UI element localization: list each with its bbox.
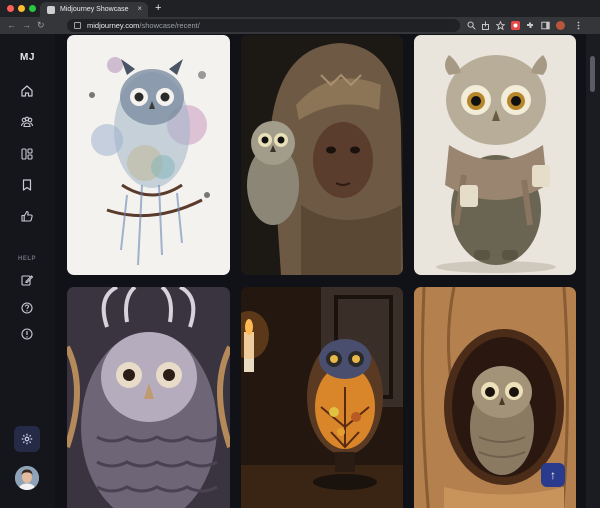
profile-avatar-icon[interactable] (556, 21, 565, 30)
url-domain: midjourney.com (87, 21, 140, 30)
owl-image (414, 35, 576, 275)
gallery-image-hooded-child-with-owl[interactable] (241, 35, 403, 275)
user-avatar[interactable] (15, 466, 39, 490)
url-path: /showcase/recent/ (139, 21, 200, 30)
scrollbar-thumb[interactable] (590, 56, 595, 92)
gallery-image-owl-with-scarf-and-mug[interactable] (414, 35, 576, 275)
question-icon[interactable] (19, 300, 35, 316)
new-tab-button[interactable]: + (155, 2, 161, 14)
address-bar[interactable]: midjourney.com/showcase/recent/ (67, 19, 460, 32)
browser-toolbar: ← → ↻ midjourney.com/showcase/recent/ (0, 17, 600, 34)
lock-icon (74, 22, 81, 29)
page-scrollbar[interactable] (586, 34, 600, 508)
gallery-image-stained-glass-owl-lamp[interactable] (241, 287, 403, 508)
bookmark-star-icon[interactable] (496, 21, 505, 30)
settings-button[interactable] (14, 426, 40, 452)
home-icon[interactable] (19, 83, 35, 99)
lamp-image (241, 287, 403, 508)
app-sidebar: MJ HELP (0, 34, 55, 508)
owl-image (67, 35, 230, 275)
thumbs-up-icon[interactable] (19, 208, 35, 224)
more-menu-icon[interactable] (574, 21, 583, 30)
extensions-puzzle-icon[interactable] (526, 21, 535, 30)
gallery-icon[interactable] (19, 146, 35, 162)
gallery-image-ornate-feathered-owl[interactable] (67, 287, 230, 508)
sidebar-toggle-icon[interactable] (541, 21, 550, 30)
zoom-icon[interactable] (467, 21, 476, 30)
reload-button[interactable]: ↻ (37, 19, 45, 31)
favicon-icon (47, 5, 55, 14)
scroll-to-top-button[interactable]: ↑ (541, 463, 565, 487)
help-section-label: HELP (18, 256, 37, 262)
extension-red-icon[interactable] (511, 21, 520, 30)
share-icon[interactable] (481, 21, 490, 30)
tab-close-icon[interactable]: × (137, 4, 142, 13)
community-icon[interactable] (19, 114, 35, 130)
info-icon[interactable] (19, 326, 35, 342)
tab-title: Midjourney Showcase (60, 6, 129, 13)
maximize-window-button[interactable] (29, 5, 36, 12)
minimize-window-button[interactable] (18, 5, 25, 12)
browser-tab[interactable]: Midjourney Showcase × (40, 2, 148, 17)
window-controls (7, 5, 36, 12)
gear-icon (21, 433, 33, 445)
close-window-button[interactable] (7, 5, 14, 12)
showcase-gallery (55, 34, 586, 508)
portrait-image (241, 35, 403, 275)
edit-icon[interactable] (19, 272, 35, 288)
bookmark-icon[interactable] (19, 177, 35, 193)
midjourney-logo[interactable]: MJ (0, 52, 55, 63)
gallery-image-watercolor-owl[interactable] (67, 35, 230, 275)
browser-tab-bar: Midjourney Showcase × + (0, 0, 600, 17)
forward-button[interactable]: → (22, 19, 31, 31)
back-button[interactable]: ← (7, 19, 16, 31)
owl-image (67, 287, 230, 508)
